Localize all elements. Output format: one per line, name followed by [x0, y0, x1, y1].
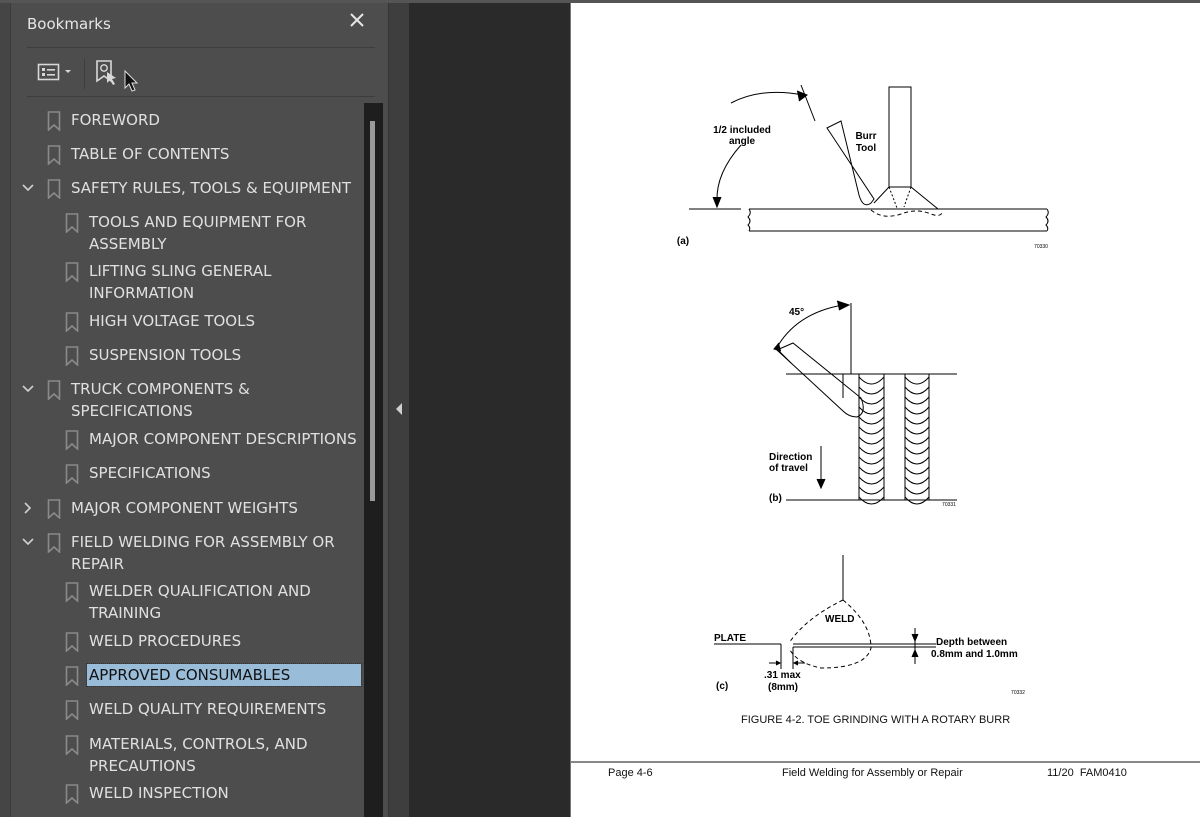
code-c: 70332 — [1011, 690, 1025, 696]
list-options-icon — [37, 63, 71, 81]
bookmark-label: WELD PROCEDURES — [89, 632, 242, 650]
label-direction: Direction — [769, 452, 812, 463]
chevron-down-icon[interactable] — [21, 378, 35, 400]
bookmark-icon — [65, 262, 79, 288]
close-icon[interactable] — [347, 11, 367, 31]
options-menu-button[interactable] — [37, 59, 75, 91]
label-included-angle-1: 1/2 included — [713, 125, 771, 136]
label-burr: Burr — [855, 131, 876, 142]
bookmark-icon — [47, 111, 61, 137]
bookmark-icon — [65, 700, 79, 726]
bookmark-icon — [65, 582, 79, 608]
bookmark-label: TOOLS AND EQUIPMENT FOR ASSEMBLY — [89, 213, 307, 253]
figure-drawing: 1/2 included angle Burr Tool (a) 70330 4… — [677, 84, 1049, 696]
bookmark-label: FIELD WELDING FOR ASSEMBLY OR REPAIR — [71, 533, 335, 573]
label-plate: PLATE — [714, 633, 746, 644]
label-of-travel: of travel — [769, 463, 808, 474]
bookmark-label: WELD INSPECTION — [89, 784, 229, 802]
bookmark-label: FOREWORD — [71, 111, 160, 129]
bookmark-label: SUSPENSION TOOLS — [89, 346, 242, 364]
label-weld: WELD — [825, 614, 854, 625]
figure-a — [689, 84, 1049, 232]
bookmark-label: APPROVED CONSUMABLES — [86, 663, 362, 687]
label-max-1: .31 max — [764, 670, 801, 681]
panel-title: Bookmarks — [27, 15, 111, 33]
bookmark-icon — [65, 213, 79, 239]
label-max-2: (8mm) — [768, 682, 798, 693]
bookmark-label: SAFETY RULES, TOOLS & EQUIPMENT — [71, 179, 351, 197]
chevron-right-icon[interactable] — [21, 497, 35, 519]
bookmark-label: TABLE OF CONTENTS — [71, 145, 230, 163]
label-depth-2: 0.8mm and 1.0mm — [931, 649, 1018, 660]
footer-page-number: Page 4-6 — [608, 767, 653, 779]
bookmark-icon — [65, 312, 79, 338]
scrollbar-thumb[interactable] — [370, 121, 375, 501]
bookmark-label: WELDER QUALIFICATION AND TRAINING — [89, 582, 311, 622]
footer-rule — [571, 761, 1200, 763]
bookmarks-tree: FOREWORD TABLE OF CONTENTS SAFETY RULES, T… — [11, 103, 373, 817]
bookmark-icon — [65, 430, 79, 456]
pdf-page: 1/2 included angle Burr Tool (a) 70330 4… — [570, 3, 1200, 817]
footer-section-title: Field Welding for Assembly or Repair — [782, 767, 963, 779]
bookmark-label: WELD QUALITY REQUIREMENTS — [89, 700, 327, 718]
figure-c — [714, 555, 936, 669]
bookmark-icon — [65, 632, 79, 658]
code-a: 70330 — [1034, 244, 1048, 250]
bookmark-label: SPECIFICATIONS — [89, 464, 211, 482]
figure-caption: FIGURE 4-2. TOE GRINDING WITH A ROTARY B… — [741, 714, 1011, 726]
bookmarks-toolbar — [27, 55, 375, 91]
bookmark-label: HIGH VOLTAGE TOOLS — [89, 312, 255, 330]
mouse-cursor-icon — [124, 70, 139, 92]
label-depth-1: Depth between — [936, 637, 1007, 648]
bookmark-label: TRUCK COMPONENTS & SPECIFICATIONS — [71, 380, 250, 420]
label-tool: Tool — [856, 143, 877, 154]
bookmarks-panel: Bookmarks FOREWORD TABLE OF CONTENTS SAF… — [10, 3, 389, 817]
bookmark-icon — [47, 179, 61, 205]
bookmark-label: MAJOR COMPONENT DESCRIPTIONS — [89, 430, 357, 448]
find-current-bookmark-icon — [96, 60, 116, 85]
label-45-degrees: 45° — [789, 307, 804, 318]
panel-collapse-bar — [388, 3, 409, 817]
find-current-bookmark-button[interactable] — [95, 59, 121, 93]
divider — [27, 96, 375, 97]
footer-revision: 11/20 FAM0410 — [1047, 767, 1127, 779]
bookmark-icon — [65, 464, 79, 490]
divider — [27, 47, 375, 48]
bookmark-icon — [47, 533, 61, 559]
bookmark-icon — [65, 666, 79, 692]
bookmark-label: LIFTING SLING GENERAL INFORMATION — [89, 262, 272, 302]
bookmark-icon — [65, 784, 79, 810]
bookmark-icon — [47, 380, 61, 406]
bookmark-label: MAJOR COMPONENT WEIGHTS — [71, 499, 298, 517]
scrollbar[interactable] — [364, 103, 383, 817]
panel-label-a: (a) — [677, 236, 689, 247]
panel-label-c: (c) — [716, 681, 728, 692]
bookmark-icon — [47, 499, 61, 525]
toolbar-divider — [84, 59, 85, 89]
collapse-panel-button[interactable] — [393, 401, 405, 417]
label-included-angle-2: angle — [729, 136, 756, 147]
bookmark-icon — [47, 145, 61, 171]
bookmark-icon — [65, 346, 79, 372]
chevron-down-icon[interactable] — [21, 531, 35, 553]
bookmark-label: MATERIALS, CONTROLS, AND PRECAUTIONS — [89, 735, 308, 775]
chevron-down-icon[interactable] — [21, 177, 35, 199]
left-navigation-strip — [0, 3, 10, 817]
bookmark-icon — [65, 735, 79, 761]
code-b: 70331 — [942, 502, 956, 508]
collapse-left-icon — [396, 403, 402, 415]
panel-label-b: (b) — [769, 493, 782, 504]
